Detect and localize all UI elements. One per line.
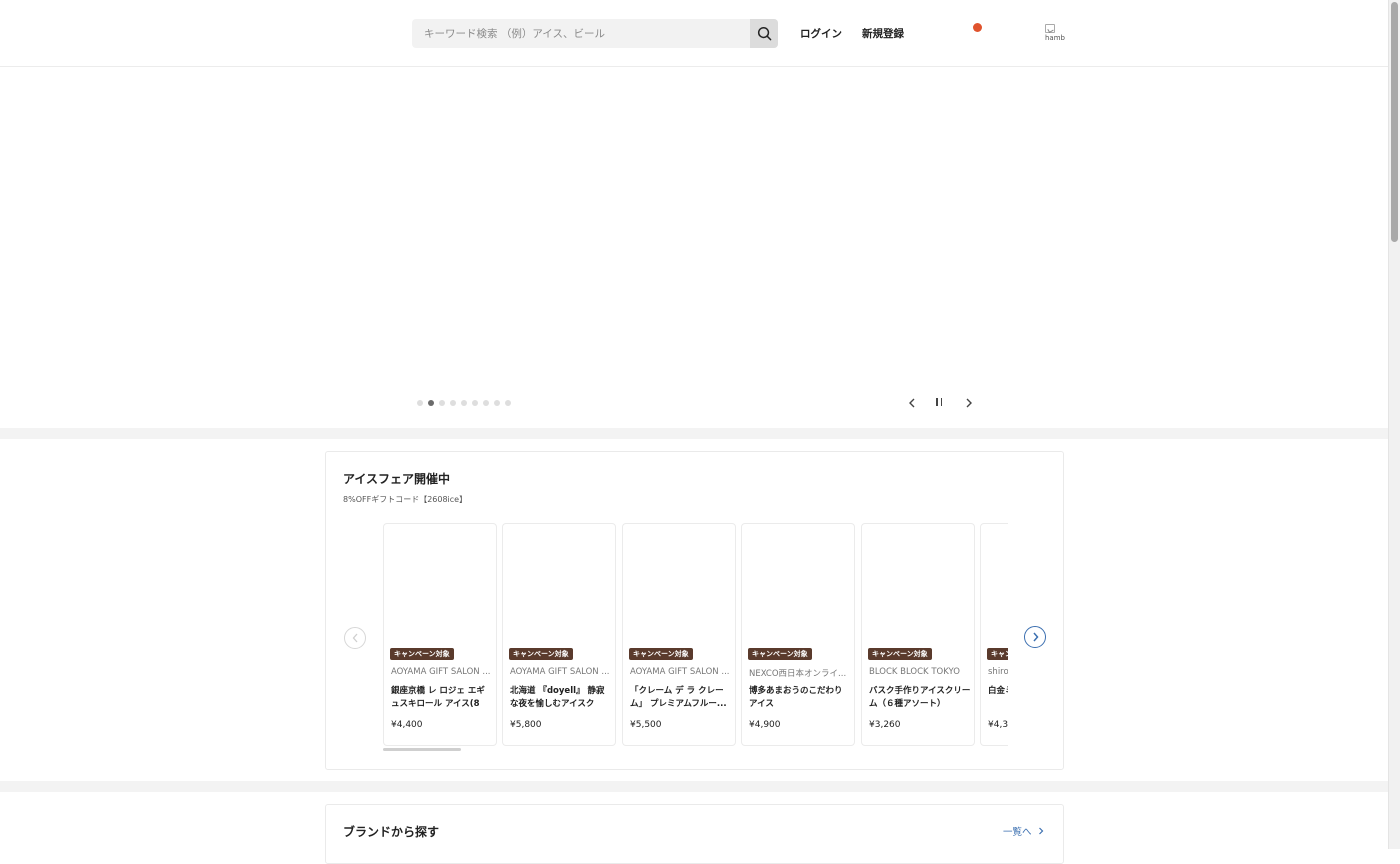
product-name: 博多あまおうのこだわりアイス xyxy=(749,686,843,709)
hamburger-alt-text: hamb xyxy=(1045,34,1065,42)
product-carousel: キャンペーン対象 AOYAMA GIFT SALON ... 銀座京橋 レ ロジ… xyxy=(383,523,1008,748)
search-button[interactable] xyxy=(750,19,778,48)
carousel-pause-button[interactable] xyxy=(936,398,946,407)
carousel-dot[interactable] xyxy=(483,400,489,406)
product-name: 「クレーム デ ラ クレーム」 プレミアムフルー... xyxy=(630,686,727,709)
product-brand: shirok xyxy=(988,667,1008,677)
search-icon xyxy=(757,26,771,41)
register-link[interactable]: 新規登録 xyxy=(862,26,904,41)
product-price: ¥4,400 xyxy=(391,720,423,730)
product-card[interactable]: キャンペーン対象 AOYAMA GIFT SALON ... 北海道 『doye… xyxy=(502,523,616,746)
product-price: ¥4,900 xyxy=(749,720,781,730)
product-next-button[interactable] xyxy=(1024,626,1046,648)
product-brand: AOYAMA GIFT SALON ... xyxy=(630,667,730,677)
product-price: ¥4,34 xyxy=(988,720,1008,730)
product-card[interactable]: キャンペーン対象 BLOCK BLOCK TOKYO バスク手作りアイスクリーム… xyxy=(861,523,975,746)
product-card[interactable]: キャンペーン対象 shirok 白金ミ ム 10 ¥4,34 xyxy=(980,523,1008,746)
product-card[interactable]: キャンペーン対象 NEXCO西日本オンライ... 博多あまおうのこだわりアイス … xyxy=(741,523,855,746)
scrollbar-thumb[interactable] xyxy=(1391,2,1398,242)
section-divider xyxy=(0,781,1388,792)
campaign-badge: キャンペーン対象 xyxy=(868,648,932,660)
page-scrollbar[interactable] xyxy=(1388,0,1400,849)
product-name: 北海道 『doyell』 静寂な夜を愉しむアイスクリ... xyxy=(510,686,605,709)
product-prev-button[interactable] xyxy=(344,627,366,649)
login-link[interactable]: ログイン xyxy=(800,26,842,41)
campaign-subtitle: 8%OFFギフトコード【2608ice】 xyxy=(343,495,468,504)
notification-dot xyxy=(973,23,982,32)
pause-icon xyxy=(936,398,938,406)
hamburger-menu-button[interactable]: hamb xyxy=(1045,24,1065,44)
carousel-dot[interactable] xyxy=(505,400,511,406)
section-divider xyxy=(0,428,1388,439)
campaign-badge: キャンペーン対象 xyxy=(390,648,454,660)
brand-list-link[interactable]: 一覧へ xyxy=(1003,824,1044,838)
carousel-dot-active[interactable] xyxy=(428,400,434,406)
chevron-left-icon xyxy=(352,633,357,643)
broken-image-icon xyxy=(1045,24,1055,33)
carousel-dot[interactable] xyxy=(461,400,467,406)
campaign-badge: キャンペーン対象 xyxy=(509,648,573,660)
hero-carousel xyxy=(0,68,1388,428)
carousel-dot[interactable] xyxy=(450,400,456,406)
campaign-badge: キャンペーン対象 xyxy=(748,648,812,660)
carousel-next-button[interactable] xyxy=(962,396,976,410)
campaign-badge: キャンペーン対象 xyxy=(987,648,1008,660)
product-brand: AOYAMA GIFT SALON ... xyxy=(391,667,491,677)
search-input[interactable] xyxy=(412,19,750,48)
carousel-pagination xyxy=(417,400,511,406)
carousel-dot[interactable] xyxy=(472,400,478,406)
campaign-title: アイスフェア開催中 xyxy=(343,472,451,486)
carousel-scrollbar[interactable] xyxy=(383,748,461,751)
chevron-right-icon xyxy=(1038,827,1043,835)
site-header: ログイン 新規登録 hamb xyxy=(0,0,1388,67)
product-price: ¥3,260 xyxy=(869,720,901,730)
product-price: ¥5,800 xyxy=(510,720,542,730)
product-card[interactable]: キャンペーン対象 AOYAMA GIFT SALON ... 「クレーム デ ラ… xyxy=(622,523,736,746)
product-name: バスク手作りアイスクリーム（６種アソート） xyxy=(869,686,971,709)
campaign-badge: キャンペーン対象 xyxy=(629,648,693,660)
brand-list-link-label: 一覧へ xyxy=(1003,827,1032,838)
product-name: 銀座京橋 レ ロジェ エギュスキロール アイス(8個... xyxy=(391,686,485,709)
product-brand: NEXCO西日本オンライ... xyxy=(749,669,847,679)
chevron-right-icon xyxy=(1032,632,1038,642)
product-price: ¥5,500 xyxy=(630,720,662,730)
product-brand: BLOCK BLOCK TOKYO xyxy=(869,667,960,677)
search-bar xyxy=(412,19,778,48)
carousel-dot[interactable] xyxy=(439,400,445,406)
product-card[interactable]: キャンペーン対象 AOYAMA GIFT SALON ... 銀座京橋 レ ロジ… xyxy=(383,523,497,746)
carousel-dot[interactable] xyxy=(494,400,500,406)
product-name: 白金ミ ム 10 xyxy=(988,686,1008,696)
brand-section: ブランドから探す 一覧へ xyxy=(325,804,1064,864)
brand-section-title: ブランドから探す xyxy=(343,825,440,839)
product-brand: AOYAMA GIFT SALON ... xyxy=(510,667,610,677)
campaign-section: アイスフェア開催中 8%OFFギフトコード【2608ice】 キャンペーン対象 … xyxy=(325,451,1064,770)
chevron-right-icon xyxy=(966,398,972,408)
carousel-prev-button[interactable] xyxy=(905,396,919,410)
chevron-left-icon xyxy=(909,398,915,408)
carousel-dot[interactable] xyxy=(417,400,423,406)
